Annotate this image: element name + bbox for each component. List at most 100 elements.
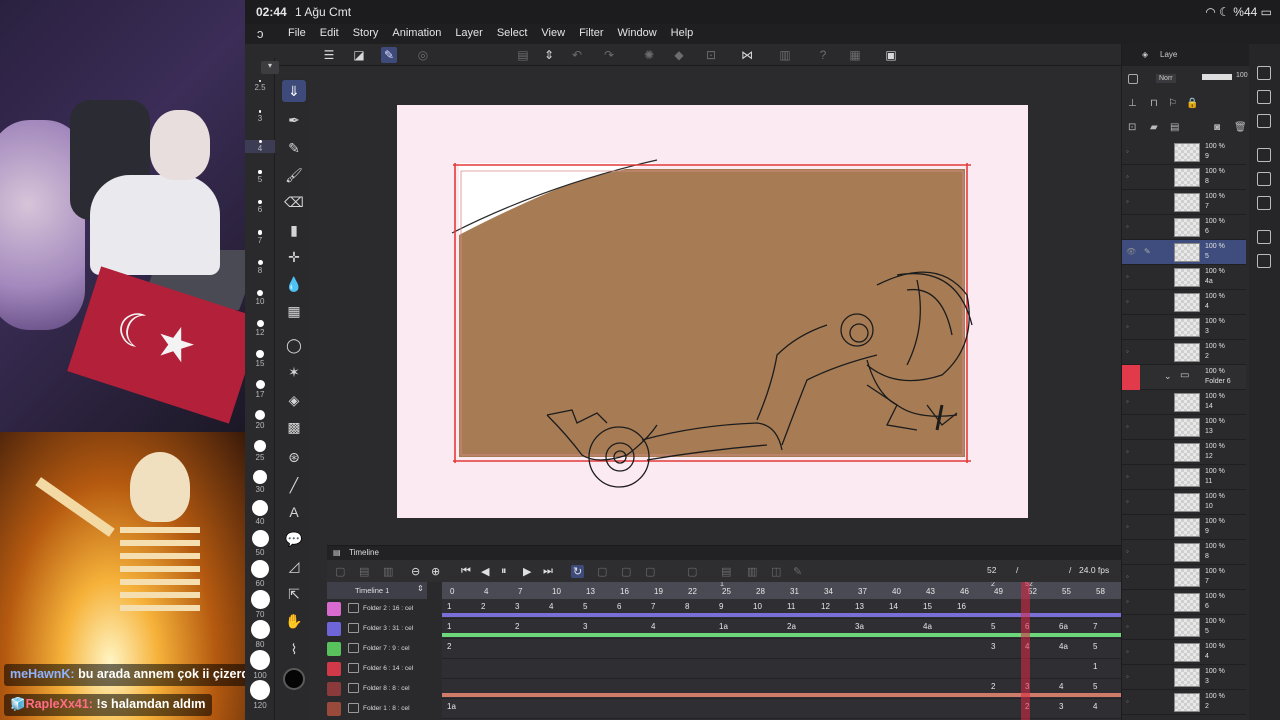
tool-g-icon[interactable]: ◫ [771,565,781,578]
tool-b-icon[interactable]: ▢ [621,565,631,578]
cel-label[interactable]: 1 [447,622,451,631]
brush-size-preset[interactable]: 25 [245,440,275,462]
cel-label[interactable]: 3 [515,602,519,611]
redo-icon[interactable]: ↷ [601,47,617,63]
eye-icon[interactable]: ◦ [1126,222,1129,231]
eraser-tool-icon[interactable]: ⌫ [282,191,306,213]
menu-icon[interactable]: ☰ [321,47,337,63]
info-rail-icon[interactable] [1257,254,1271,268]
track-row[interactable]: 1a234 [442,699,1121,719]
link-icon[interactable]: ⊥ [1128,98,1137,109]
page-icon[interactable]: ▥ [777,47,793,63]
cel-label[interactable]: 4 [549,602,553,611]
menu-edit[interactable]: Edit [320,27,339,39]
grid-icon[interactable]: ▦ [847,47,863,63]
brush-size-preset[interactable]: 40 [245,500,275,526]
new-canvas-icon[interactable]: ◪ [351,47,367,63]
clip-icon[interactable]: ⊓ [1150,98,1158,109]
help-icon[interactable]: ? [815,47,831,63]
cel-label[interactable]: 5 [1093,682,1097,691]
layer-row[interactable]: ◦ 100 % 7 [1122,190,1246,215]
eye-icon[interactable]: ◦ [1126,572,1129,581]
brush-size-preset[interactable]: 8 [245,260,275,275]
pen-tool-icon[interactable]: ✒ [282,109,306,131]
mask-icon[interactable]: ◙ [1214,122,1220,133]
cel-label[interactable]: 6 [617,602,621,611]
cel-label[interactable]: 9 [719,602,723,611]
mesh-tool-icon[interactable]: ▦ [282,300,306,322]
color-picker-tool-icon[interactable]: ⊛ [282,446,306,468]
cel-label[interactable]: 2 [481,602,485,611]
layer-row[interactable]: ◦ 100 % 2 [1122,340,1246,365]
eye-icon[interactable]: 👁 [1126,247,1136,256]
track-label[interactable]: Folder 8 : 8 : cel [327,679,442,699]
cel-label[interactable]: 7 [651,602,655,611]
brush-size-preset[interactable]: 100 [245,650,275,680]
menu-file[interactable]: File [288,27,306,39]
track-color-swatch[interactable] [327,662,341,676]
cel-label[interactable]: 14 [889,602,898,611]
cel-label[interactable]: 6a [1059,622,1068,631]
history-rail-icon[interactable] [1257,196,1271,210]
new-layer-icon[interactable]: ⊡ [1128,122,1136,133]
layer-row[interactable]: ◦ 100 % 4 [1122,290,1246,315]
fps-value[interactable]: 24.0 fps [1079,565,1109,575]
menu-layer[interactable]: Layer [455,27,483,39]
menu-filter[interactable]: Filter [579,27,603,39]
blend-mode-select[interactable]: Norr [1156,74,1176,83]
brush-size-preset[interactable]: 5 [245,170,275,184]
cel-label[interactable]: 11 [787,602,795,611]
brush-size-preset[interactable]: 20 [245,410,275,430]
eye-icon[interactable]: ◦ [1126,197,1129,206]
new-timeline-icon[interactable]: ▢ [335,565,345,578]
app-logo-icon[interactable]: ↄ [257,26,264,41]
eye-icon[interactable]: ◦ [1126,322,1129,331]
layer-row[interactable]: 👁 ✎ 100 % 5 [1122,240,1246,265]
new-cel-icon[interactable]: ▤ [359,565,369,578]
track-grid[interactable]: 0471013161922252831343740434649525558125… [442,582,1121,720]
canvas-paper[interactable] [397,105,1028,518]
balloon-tool-icon[interactable]: 💬 [282,528,306,550]
cel-label[interactable]: 15 [923,602,932,611]
pencil-tool-icon[interactable]: ✎ [282,137,306,159]
eye-icon[interactable]: ◦ [1126,297,1129,306]
cel-label[interactable]: 4 [1093,702,1097,711]
menu-window[interactable]: Window [618,27,657,39]
layer-row[interactable]: ◦ 100 % 14 [1122,390,1246,415]
layer-row[interactable]: ◦ 100 % 4a [1122,265,1246,290]
main-color-swatch[interactable] [283,668,305,690]
cel-label[interactable]: 1 [1093,662,1097,671]
brush-size-preset[interactable]: 4 [245,140,275,153]
playhead[interactable] [1021,582,1030,720]
tool-e-icon[interactable]: ▤ [721,565,731,578]
cel-label[interactable]: 4a [923,622,932,631]
brush-size-preset[interactable]: 60 [245,560,275,588]
tool-f-icon[interactable]: ▥ [747,565,757,578]
eye-icon[interactable]: ◦ [1126,547,1129,556]
cel-label[interactable]: 1a [719,622,728,631]
brush-size-preset[interactable]: 80 [245,620,275,649]
eye-icon[interactable]: ◦ [1126,272,1129,281]
merge-icon[interactable]: ▤ [1170,122,1179,133]
layer-row[interactable]: ◦ 100 % 8 [1122,165,1246,190]
brush-size-preset[interactable]: 70 [245,590,275,619]
eye-icon[interactable]: ◦ [1126,672,1129,681]
cel-label[interactable]: 5 [583,602,587,611]
layer-row[interactable]: ◦ 100 % 5 [1122,615,1246,640]
cel-label[interactable]: 12 [821,602,830,611]
brush-size-preset[interactable]: 2.5 [245,80,275,92]
eye-icon[interactable]: ◦ [1126,447,1129,456]
chevron-down-icon[interactable]: ⌄ [1164,371,1172,382]
fill-icon[interactable]: ◆ [671,47,687,63]
eye-icon[interactable]: ◦ [1126,647,1129,656]
canvas-area[interactable] [315,66,1121,542]
brush-size-preset[interactable]: 15 [245,350,275,368]
transform-icon[interactable]: ⊡ [703,47,719,63]
brush-tool-icon[interactable]: 🖌 [282,164,306,186]
loop-icon[interactable]: ↻ [571,565,585,578]
layer-row[interactable]: ◦ 100 % 10 [1122,490,1246,515]
hand-tool-icon[interactable]: ✋ [282,610,306,632]
track-color-swatch[interactable] [327,682,341,696]
track-row[interactable]: 12341a2a3a4a566a7 [442,619,1121,639]
eye-icon[interactable]: ◦ [1126,347,1129,356]
